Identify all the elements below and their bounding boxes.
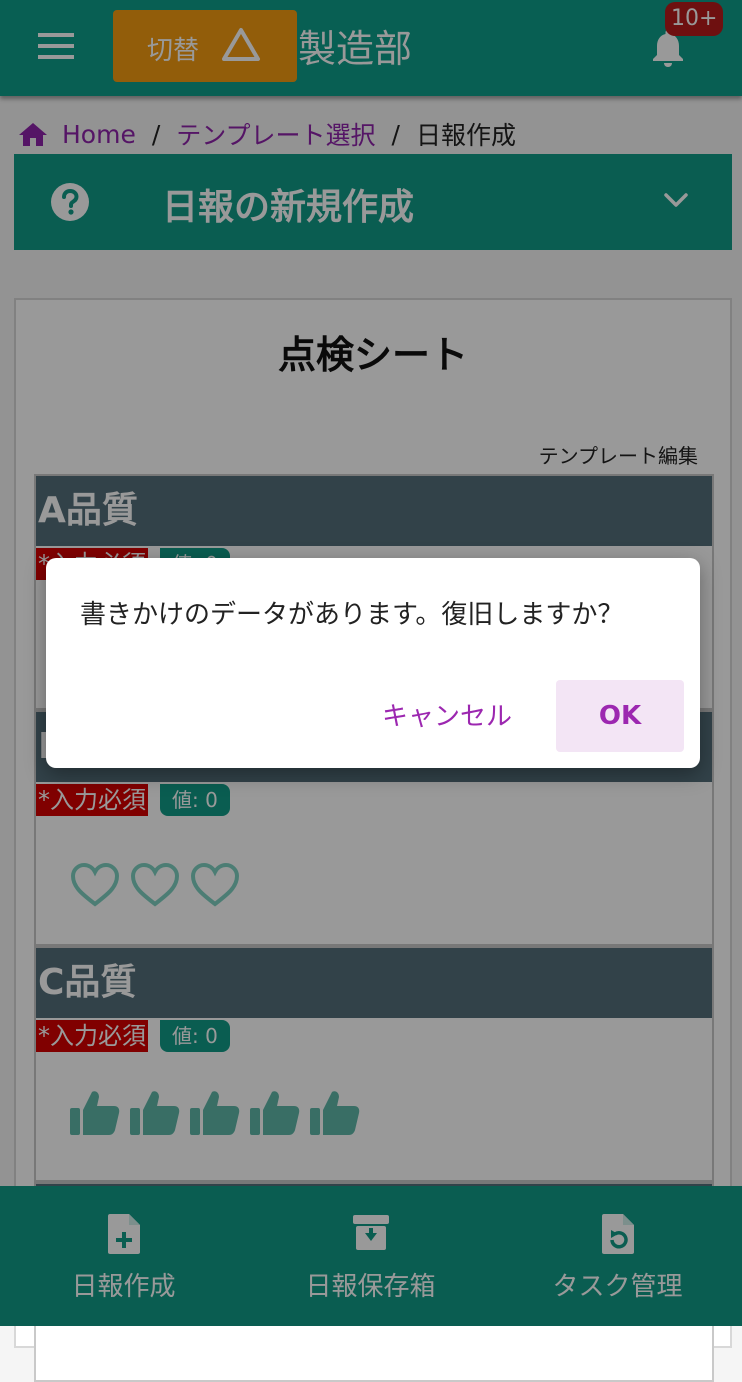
dialog-message: 書きかけのデータがあります。復旧しますか？ [80, 600, 624, 630]
cancel-button[interactable]: キャンセル [382, 696, 512, 736]
restore-dialog: 書きかけのデータがあります。復旧しますか？ キャンセル OK [46, 558, 700, 768]
ok-button[interactable]: OK [556, 680, 684, 752]
